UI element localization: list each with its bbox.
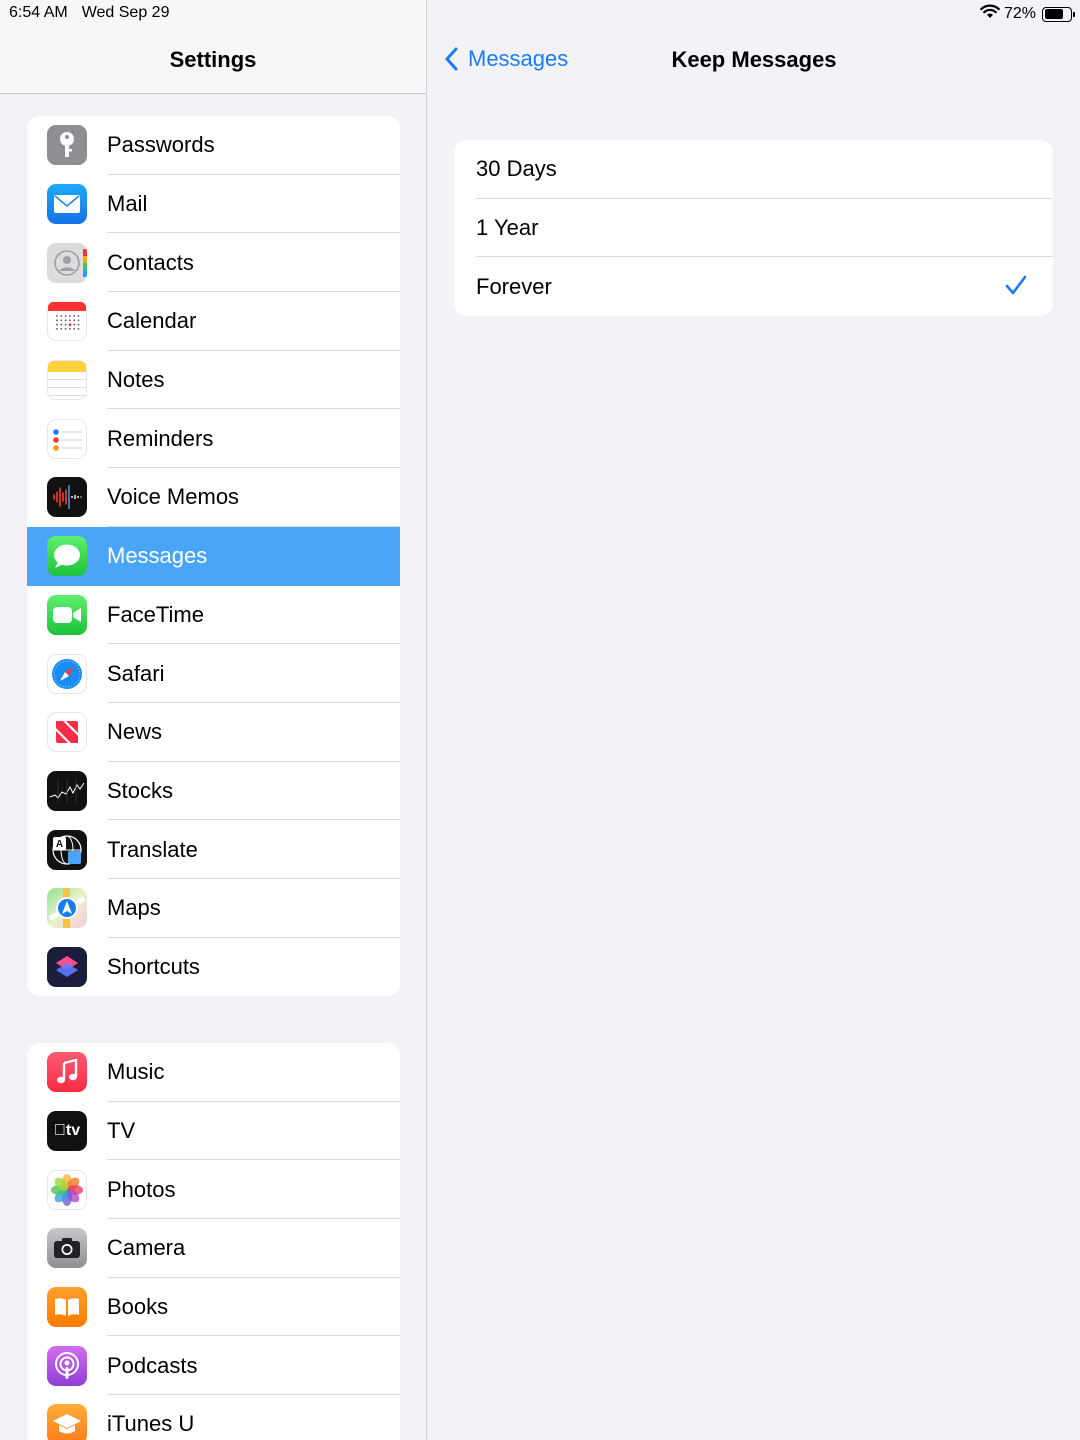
calendar-icon	[47, 301, 87, 342]
books-icon	[47, 1287, 87, 1328]
sidebar-item-books[interactable]: Books	[27, 1278, 400, 1337]
option-30-days[interactable]: 30 Days	[454, 140, 1053, 199]
sidebar-item-label: Photos	[107, 1176, 176, 1202]
sidebar-item-reminders[interactable]: Reminders	[27, 409, 400, 468]
sidebar-item-label: Camera	[107, 1235, 186, 1261]
option-label: 1 Year	[476, 215, 539, 241]
sidebar-item-label: FaceTime	[107, 601, 204, 627]
status-time: 6:54 AM	[9, 4, 68, 21]
translate-icon: A	[47, 829, 87, 870]
stocks-icon	[47, 770, 87, 811]
itunes-u-icon	[47, 1404, 87, 1440]
settings-group-media: Music tv TV Photos Camera Books Podcasts iTune…	[27, 1043, 400, 1440]
sidebar-item-label: Passwords	[107, 132, 215, 158]
photos-icon	[47, 1169, 87, 1210]
sidebar-item-camera[interactable]: Camera	[27, 1219, 400, 1278]
sidebar-item-maps[interactable]: Maps	[27, 879, 400, 938]
wifi-icon	[980, 4, 1000, 24]
sidebar-item-label: Contacts	[107, 249, 194, 275]
sidebar-item-safari[interactable]: Safari	[27, 644, 400, 703]
sidebar-item-label: Music	[107, 1059, 165, 1085]
sidebar-item-notes[interactable]: Notes	[27, 351, 400, 410]
messages-icon	[47, 536, 87, 577]
sidebar-item-label: Calendar	[107, 308, 197, 334]
tv-icon: tv	[47, 1111, 87, 1152]
sidebar-item-shortcuts[interactable]: Shortcuts	[27, 938, 400, 997]
key-icon	[47, 125, 87, 166]
sidebar-item-music[interactable]: Music	[27, 1043, 400, 1102]
option-1-year[interactable]: 1 Year	[454, 199, 1053, 258]
safari-icon	[47, 653, 87, 694]
sidebar-item-label: Books	[107, 1294, 169, 1320]
reminders-icon	[47, 418, 87, 459]
sidebar-item-translate[interactable]: A Translate	[27, 820, 400, 879]
option-label: 30 Days	[476, 156, 557, 182]
voice-memos-icon	[47, 477, 87, 518]
facetime-icon	[47, 594, 87, 635]
settings-group-apps: Passwords Mail Contacts Calendar Notes Remind…	[27, 116, 400, 997]
sidebar-item-label: Voice Memos	[107, 484, 240, 510]
sidebar-item-label: Podcasts	[107, 1352, 198, 1378]
sidebar-item-tv[interactable]: tv TV	[27, 1102, 400, 1161]
sidebar-item-label: Stocks	[107, 777, 174, 803]
camera-icon	[47, 1228, 87, 1269]
option-label: Forever	[476, 273, 552, 299]
settings-sidebar: Settings Passwords Mail Contacts Calendar No…	[0, 0, 427, 1440]
status-bar: 6:54 AM Wed Sep 29 72%	[0, 0, 1080, 28]
shortcuts-icon	[47, 946, 87, 987]
keep-messages-options: 30 Days 1 Year Forever	[454, 140, 1053, 317]
sidebar-item-stocks[interactable]: Stocks	[27, 762, 400, 821]
sidebar-item-calendar[interactable]: Calendar	[27, 292, 400, 351]
sidebar-item-label: Safari	[107, 660, 165, 686]
podcasts-icon	[47, 1345, 87, 1386]
sidebar-item-label: TV	[107, 1118, 136, 1144]
sidebar-item-label: iTunes U	[107, 1411, 195, 1437]
battery-percent: 72%	[1003, 5, 1036, 22]
sidebar-item-label: Mail	[107, 191, 148, 217]
sidebar-item-voice-memos[interactable]: Voice Memos	[27, 468, 400, 527]
sidebar-title: Settings	[169, 47, 257, 72]
sidebar-item-label: Maps	[107, 895, 161, 921]
sidebar-item-label: Reminders	[107, 425, 214, 451]
sidebar-item-passwords[interactable]: Passwords	[27, 116, 400, 175]
sidebar-item-label: Translate	[107, 836, 198, 862]
detail-header: Messages Keep Messages	[428, 28, 1080, 94]
news-icon	[47, 712, 87, 753]
notes-icon	[47, 360, 87, 401]
sidebar-item-mail[interactable]: Mail	[27, 175, 400, 234]
status-date: Wed Sep 29	[81, 4, 170, 21]
sidebar-item-podcasts[interactable]: Podcasts	[27, 1336, 400, 1395]
music-icon	[47, 1052, 87, 1093]
sidebar-item-label: News	[107, 719, 163, 745]
mail-icon	[47, 184, 87, 225]
sidebar-item-facetime[interactable]: FaceTime	[27, 586, 400, 645]
contacts-icon	[47, 242, 87, 283]
sidebar-item-photos[interactable]: Photos	[27, 1160, 400, 1219]
sidebar-item-news[interactable]: News	[27, 703, 400, 762]
battery-icon	[1042, 6, 1075, 22]
sidebar-item-label: Messages	[107, 543, 208, 569]
option-forever[interactable]: Forever	[454, 257, 1053, 316]
svg-text:A: A	[56, 839, 63, 850]
sidebar-item-label: Shortcuts	[107, 953, 200, 979]
sidebar-item-label: Notes	[107, 367, 165, 393]
maps-icon	[47, 888, 87, 929]
page-title: Keep Messages	[671, 47, 837, 72]
sidebar-item-messages[interactable]: Messages	[27, 526, 400, 586]
checkmark-icon	[1005, 274, 1027, 302]
sidebar-item-contacts[interactable]: Contacts	[27, 233, 400, 292]
sidebar-item-itunes-u[interactable]: iTunes U	[27, 1395, 400, 1440]
